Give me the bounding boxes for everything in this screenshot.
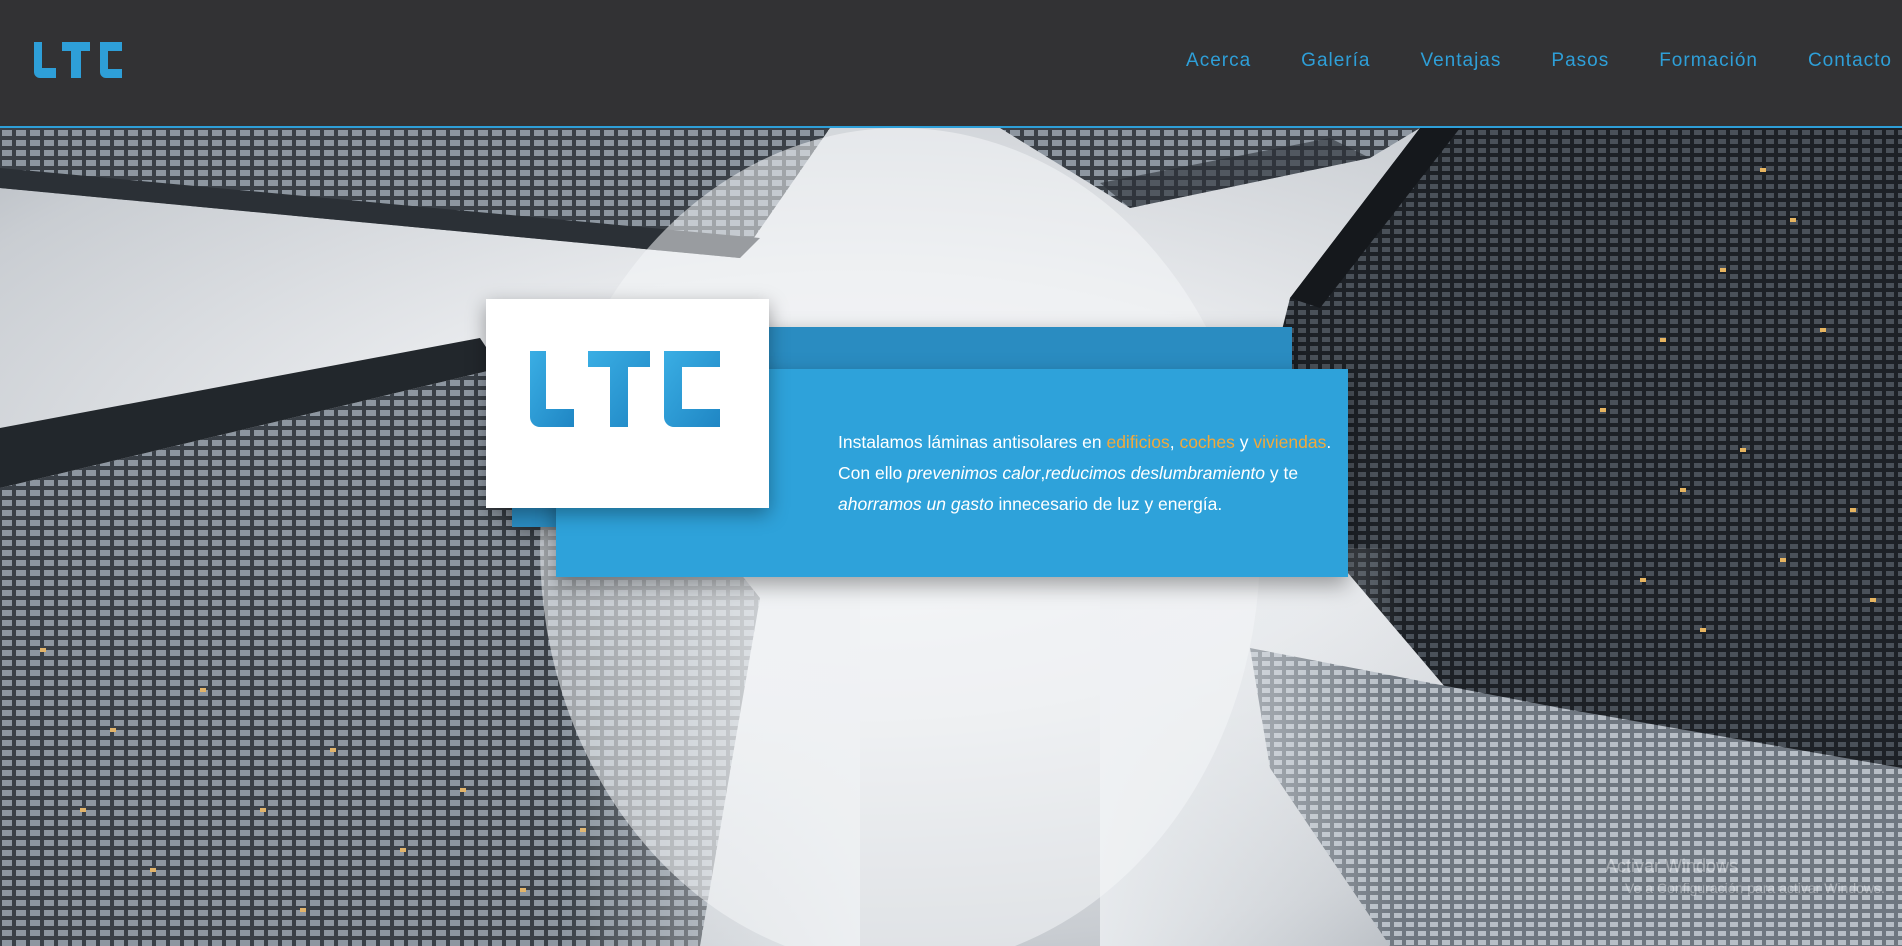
nav-link-galeria[interactable]: Galería — [1301, 50, 1370, 72]
windows-activation-watermark: Activar Windows Ve a Configuración para … — [1605, 855, 1885, 899]
ltc-large-logo — [530, 351, 720, 427]
hero-text: y — [1234, 432, 1254, 452]
watermark-subtitle: Ve a Configuración para activar Windows. — [1625, 880, 1885, 896]
hero-text: y te — [1265, 463, 1299, 483]
nav-link-pasos[interactable]: Pasos — [1551, 50, 1609, 72]
hero-text: Instalamos láminas antisolares en — [838, 432, 1107, 452]
hero-emphasis: prevenimos calor — [907, 463, 1041, 483]
logo-card — [486, 299, 769, 508]
watermark-title: Activar Windows — [1605, 856, 1739, 876]
hero-description: Instalamos láminas antisolares en edific… — [838, 427, 1338, 520]
hero-line-1: Instalamos láminas antisolares en edific… — [838, 427, 1338, 458]
hero-line-2: Con ello prevenimos calor,reducimos desl… — [838, 458, 1338, 489]
link-edificios[interactable]: edificios — [1106, 432, 1169, 452]
nav-link-ventajas[interactable]: Ventajas — [1420, 50, 1501, 72]
hero-emphasis: ahorramos un gasto — [838, 494, 994, 514]
hero-text: innecesario de luz y energía. — [993, 494, 1223, 514]
hero-line-3: ahorramos un gasto innecesario de luz y … — [838, 489, 1338, 520]
hero-text: Con ello — [838, 463, 908, 483]
hero-text: , — [1169, 432, 1180, 452]
hero-emphasis: reducimos deslumbramiento — [1045, 463, 1266, 483]
nav-link-formacion[interactable]: Formación — [1659, 50, 1758, 72]
ltc-logo[interactable] — [32, 40, 124, 80]
nav-link-acerca[interactable]: Acerca — [1186, 50, 1251, 72]
top-navigation-bar: Acerca Galería Ventajas Pasos Formación … — [0, 0, 1902, 128]
hero-text: . — [1326, 432, 1332, 452]
link-coches[interactable]: coches — [1179, 432, 1234, 452]
main-nav: Acerca Galería Ventajas Pasos Formación … — [1186, 50, 1902, 72]
link-viviendas[interactable]: viviendas — [1253, 432, 1326, 452]
nav-link-contacto[interactable]: Contacto — [1808, 50, 1892, 72]
